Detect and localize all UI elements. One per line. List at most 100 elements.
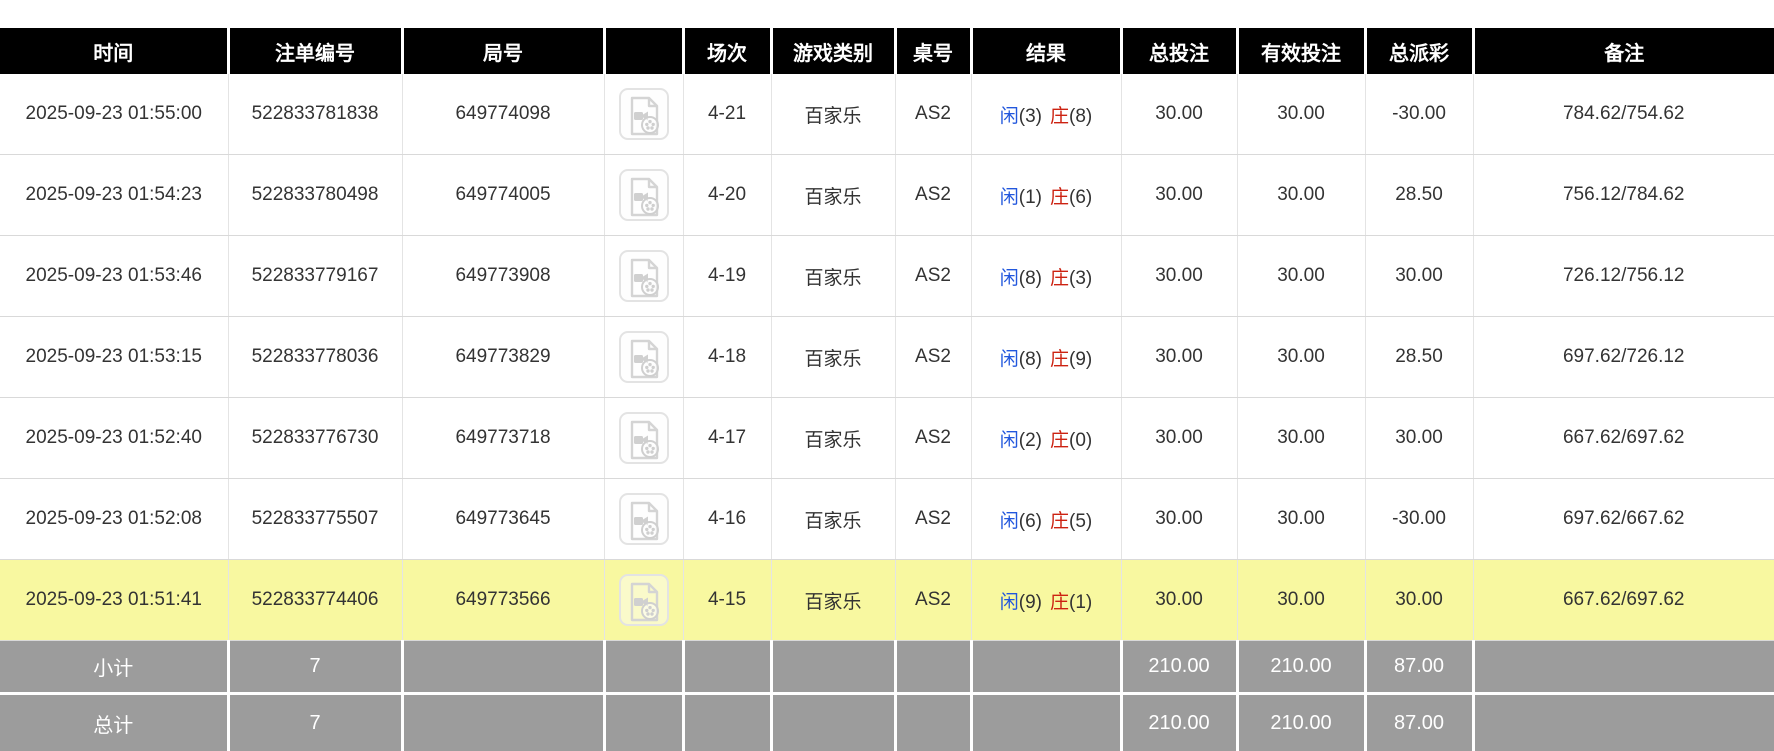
subtotal-empty-result — [971, 641, 1121, 694]
subtotal-row: 小计 7 210.00 210.00 87.00 — [0, 641, 1774, 694]
remark-cell: 667.62/697.62 — [1473, 398, 1774, 479]
valid-bet-cell: 30.00 — [1237, 398, 1365, 479]
remark-cell: 726.12/756.12 — [1473, 236, 1774, 317]
video-file-icon — [621, 176, 667, 218]
table-no-cell: AS2 — [895, 155, 971, 236]
total-count: 7 — [228, 694, 402, 751]
total-empty-round — [402, 694, 604, 751]
header-result: 结果 — [971, 28, 1121, 74]
game-type-cell: 百家乐 — [771, 560, 895, 641]
result-banker-value: (6) — [1069, 187, 1092, 208]
video-replay-button[interactable] — [619, 574, 669, 626]
result-banker-value: (9) — [1069, 349, 1092, 370]
time-cell: 2025-09-23 01:54:23 — [0, 155, 228, 236]
header-table-no: 桌号 — [895, 28, 971, 74]
total-payout-cell: 30.00 — [1365, 236, 1473, 317]
round-cell: 649774098 — [402, 74, 604, 155]
result-player-value: (2) — [1019, 430, 1042, 451]
table-row[interactable]: 2025-09-23 01:51:41 522833774406 6497735… — [0, 560, 1774, 641]
total-empty-session — [683, 694, 771, 751]
video-replay-button[interactable] — [619, 412, 669, 464]
subtotal-empty-table-no — [895, 641, 971, 694]
valid-bet-cell: 30.00 — [1237, 560, 1365, 641]
subtotal-label: 小计 — [0, 641, 228, 694]
total-payout-cell: 28.50 — [1365, 317, 1473, 398]
subtotal-empty-remark — [1473, 641, 1774, 694]
table-no-cell: AS2 — [895, 236, 971, 317]
result-player-value: (8) — [1019, 268, 1042, 289]
table-row[interactable]: 2025-09-23 01:52:40 522833776730 6497737… — [0, 398, 1774, 479]
table-no-cell: AS2 — [895, 560, 971, 641]
video-replay-button[interactable] — [619, 250, 669, 302]
valid-bet-cell: 30.00 — [1237, 317, 1365, 398]
session-cell: 4-15 — [683, 560, 771, 641]
video-cell — [604, 560, 683, 641]
video-replay-button[interactable] — [619, 331, 669, 383]
result-cell: 闲(3)庄(8) — [971, 74, 1121, 155]
time-cell: 2025-09-23 01:53:46 — [0, 236, 228, 317]
page: 时间 注单编号 局号 场次 游戏类别 桌号 结果 总投注 有效投注 总派彩 备注… — [0, 0, 1774, 751]
game-type-cell: 百家乐 — [771, 155, 895, 236]
result-banker-value: (5) — [1069, 511, 1092, 532]
bet-id-cell: 522833779167 — [228, 236, 402, 317]
total-empty-remark — [1473, 694, 1774, 751]
bet-id-cell: 522833781838 — [228, 74, 402, 155]
header-session: 场次 — [683, 28, 771, 74]
table-row[interactable]: 2025-09-23 01:53:15 522833778036 6497738… — [0, 317, 1774, 398]
result-player-value: (8) — [1019, 349, 1042, 370]
bet-id-cell: 522833776730 — [228, 398, 402, 479]
result-banker-value: (3) — [1069, 268, 1092, 289]
result-banker-label: 庄 — [1050, 268, 1069, 289]
total-bet-cell: 30.00 — [1121, 479, 1237, 560]
header-remark: 备注 — [1473, 28, 1774, 74]
video-file-icon — [621, 419, 667, 461]
bet-id-cell: 522833778036 — [228, 317, 402, 398]
table-header: 时间 注单编号 局号 场次 游戏类别 桌号 结果 总投注 有效投注 总派彩 备注 — [0, 28, 1774, 74]
video-file-icon — [621, 581, 667, 623]
remark-cell: 697.62/667.62 — [1473, 479, 1774, 560]
video-replay-button[interactable] — [619, 493, 669, 545]
result-cell: 闲(1)庄(6) — [971, 155, 1121, 236]
game-type-cell: 百家乐 — [771, 317, 895, 398]
total-row: 总计 7 210.00 210.00 87.00 — [0, 694, 1774, 751]
time-cell: 2025-09-23 01:55:00 — [0, 74, 228, 155]
header-valid-bet: 有效投注 — [1237, 28, 1365, 74]
table-row[interactable]: 2025-09-23 01:54:23 522833780498 6497740… — [0, 155, 1774, 236]
video-file-icon — [621, 257, 667, 299]
video-file-icon — [621, 500, 667, 542]
table-no-cell: AS2 — [895, 74, 971, 155]
time-cell: 2025-09-23 01:51:41 — [0, 560, 228, 641]
valid-bet-cell: 30.00 — [1237, 236, 1365, 317]
result-banker-value: (0) — [1069, 430, 1092, 451]
table-row[interactable]: 2025-09-23 01:55:00 522833781838 6497740… — [0, 74, 1774, 155]
result-player-label: 闲 — [1000, 187, 1019, 208]
round-cell: 649773908 — [402, 236, 604, 317]
result-player-value: (3) — [1019, 106, 1042, 127]
time-cell: 2025-09-23 01:52:40 — [0, 398, 228, 479]
result-cell: 闲(6)庄(5) — [971, 479, 1121, 560]
bet-id-cell: 522833780498 — [228, 155, 402, 236]
round-cell: 649773829 — [402, 317, 604, 398]
table-header-row: 时间 注单编号 局号 场次 游戏类别 桌号 结果 总投注 有效投注 总派彩 备注 — [0, 28, 1774, 74]
header-total-payout: 总派彩 — [1365, 28, 1473, 74]
result-player-value: (1) — [1019, 187, 1042, 208]
video-cell — [604, 236, 683, 317]
result-banker-label: 庄 — [1050, 430, 1069, 451]
time-cell: 2025-09-23 01:53:15 — [0, 317, 228, 398]
table-row[interactable]: 2025-09-23 01:52:08 522833775507 6497736… — [0, 479, 1774, 560]
header-game-type: 游戏类别 — [771, 28, 895, 74]
table-body: 2025-09-23 01:55:00 522833781838 6497740… — [0, 74, 1774, 641]
table-row[interactable]: 2025-09-23 01:53:46 522833779167 6497739… — [0, 236, 1774, 317]
subtotal-total-bet: 210.00 — [1121, 641, 1237, 694]
subtotal-total-payout: 87.00 — [1365, 641, 1473, 694]
video-replay-button[interactable] — [619, 88, 669, 140]
video-replay-button[interactable] — [619, 169, 669, 221]
total-label: 总计 — [0, 694, 228, 751]
subtotal-count: 7 — [228, 641, 402, 694]
total-bet-cell: 30.00 — [1121, 236, 1237, 317]
valid-bet-cell: 30.00 — [1237, 479, 1365, 560]
video-file-icon — [621, 338, 667, 380]
total-valid-bet: 210.00 — [1237, 694, 1365, 751]
subtotal-empty-video — [604, 641, 683, 694]
table-no-cell: AS2 — [895, 317, 971, 398]
